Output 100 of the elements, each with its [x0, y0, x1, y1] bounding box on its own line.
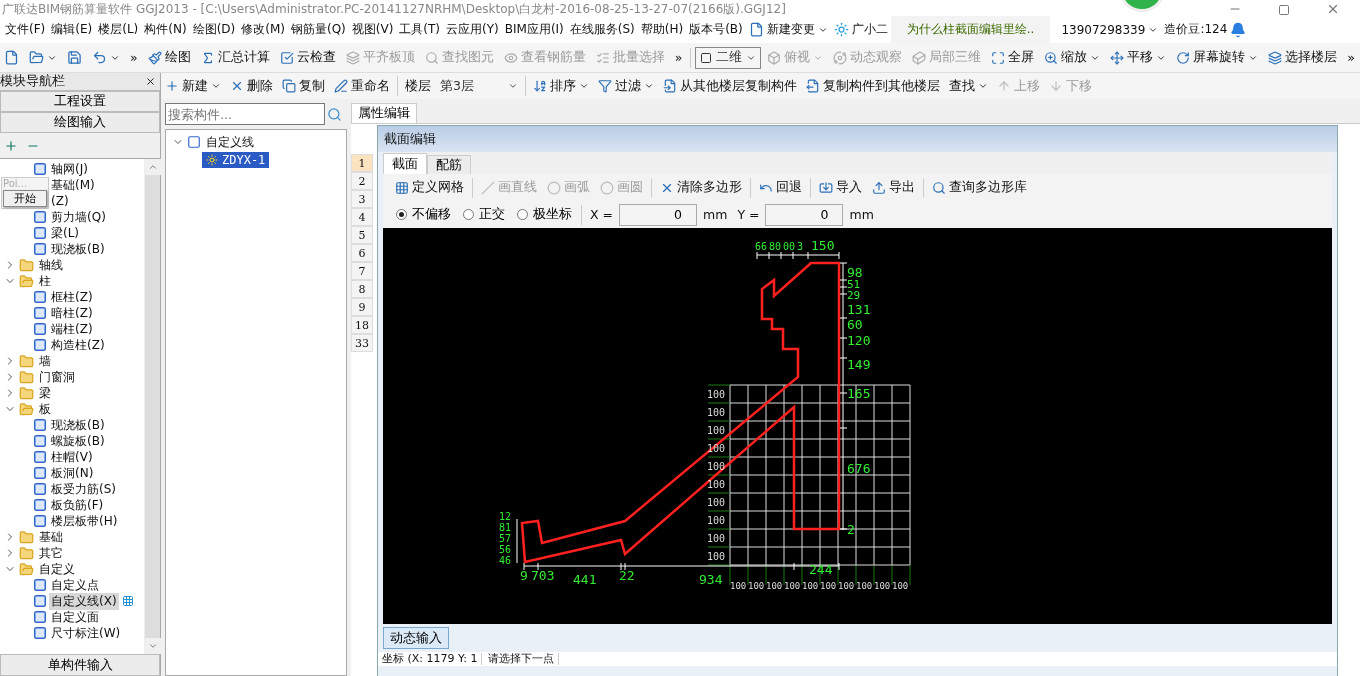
- radio-option[interactable]: 不偏移: [391, 206, 456, 223]
- row-number[interactable]: 7: [351, 262, 373, 280]
- tree-folder[interactable]: 自定义线: [204, 133, 256, 151]
- tree-item[interactable]: 尺寸标注(W): [49, 624, 123, 642]
- tree-item[interactable]: 自定义线(X): [49, 592, 119, 610]
- toolbar-button[interactable]: 重命名: [330, 74, 394, 98]
- toolbar-button[interactable]: 选择楼层: [1264, 45, 1342, 70]
- toolbar-button[interactable]: 云检查: [275, 45, 340, 70]
- dynamic-input-button[interactable]: 动态输入: [383, 627, 449, 649]
- tree-item[interactable]: 现浇板(B): [49, 240, 107, 258]
- menu-item[interactable]: 在线服务(S): [566, 18, 638, 41]
- menu-item[interactable]: 文件(F): [2, 18, 49, 41]
- tree-folder[interactable]: 板: [37, 400, 53, 418]
- coord-field[interactable]: 0: [619, 203, 697, 226]
- scroll-down-button[interactable]: [144, 638, 161, 654]
- menu-item[interactable]: 编辑(E): [48, 18, 96, 41]
- tree-item[interactable]: ZDYX-1: [202, 152, 270, 168]
- tree-item[interactable]: 暗柱(Z): [49, 304, 95, 322]
- tree-folder[interactable]: 自定义: [37, 560, 77, 578]
- more-button[interactable]: »: [670, 45, 687, 70]
- tab[interactable]: 属性编辑: [351, 103, 417, 123]
- toolbar-button[interactable]: 复制构件到其他楼层: [802, 74, 944, 98]
- tree-item[interactable]: 螺旋板(B): [49, 432, 107, 450]
- menu-item[interactable]: 云应用(Y): [443, 18, 502, 41]
- scrollbar[interactable]: [144, 159, 160, 654]
- tree-item[interactable]: 现浇板(B): [49, 416, 107, 434]
- row-number[interactable]: 1: [351, 154, 373, 172]
- toolbar-button[interactable]: 查询多边形库: [928, 175, 1031, 200]
- tree-folder[interactable]: 基础: [37, 528, 65, 546]
- toolbar-button[interactable]: 绘图: [143, 45, 195, 70]
- row-number[interactable]: 9: [351, 298, 373, 316]
- notice-link[interactable]: 为什么柱截面编辑里绘..: [890, 16, 1051, 43]
- tree-item[interactable]: 板负筋(F): [49, 496, 106, 514]
- menu-item[interactable]: 视图(V): [348, 18, 397, 41]
- close-button[interactable]: [1326, 2, 1340, 16]
- toolbar-button[interactable]: 全屏: [987, 45, 1039, 70]
- menu-item[interactable]: BIM应用(I): [501, 18, 567, 41]
- tree-folder[interactable]: 门窗洞: [37, 368, 77, 386]
- menu-item[interactable]: 修改(M): [238, 18, 288, 41]
- search-icon[interactable]: [327, 106, 342, 122]
- row-number[interactable]: 3: [351, 190, 373, 208]
- tree-item[interactable]: 板洞(N): [49, 464, 96, 482]
- maximize-button[interactable]: [1278, 2, 1290, 16]
- menu-item[interactable]: 工具(T): [396, 18, 444, 41]
- more-button[interactable]: »: [126, 45, 142, 70]
- tree-item[interactable]: 端柱(Z): [49, 320, 95, 338]
- row-number[interactable]: 2: [351, 172, 373, 190]
- bell-icon[interactable]: [1230, 21, 1247, 38]
- scroll-up-button[interactable]: [144, 159, 161, 175]
- view-select[interactable]: 二维: [695, 46, 762, 69]
- more-button[interactable]: »: [1343, 45, 1359, 70]
- new-change-button[interactable]: 新建变更: [745, 18, 831, 41]
- tree-item[interactable]: 轴网(J): [49, 160, 90, 178]
- toolbar-button[interactable]: 导出: [868, 175, 919, 200]
- toolbar-button[interactable]: 删除: [226, 74, 277, 98]
- toolbar-button[interactable]: 汇总计算: [196, 45, 274, 70]
- row-number[interactable]: 5: [351, 226, 373, 244]
- tree-item[interactable]: 构造柱(Z): [49, 336, 107, 354]
- search-field[interactable]: 搜索构件...: [165, 103, 325, 125]
- section-button[interactable]: 绘图输入: [0, 112, 160, 133]
- assistant-button[interactable]: 广小二: [830, 18, 891, 41]
- menu-item[interactable]: 楼层(L): [95, 18, 142, 41]
- toolbar-button[interactable]: 缩放: [1040, 45, 1105, 70]
- toolbar-button[interactable]: 屏幕旋转: [1172, 45, 1263, 70]
- beans-button[interactable]: 造价豆:124: [1161, 18, 1231, 41]
- start-button[interactable]: 开始: [3, 190, 47, 207]
- section-button[interactable]: 工程设置: [0, 91, 160, 112]
- tree-folder[interactable]: 柱: [37, 272, 53, 290]
- row-number[interactable]: 33: [351, 334, 373, 352]
- menu-item[interactable]: 钢筋量(Q): [287, 18, 349, 41]
- tree-item[interactable]: 基础(M): [49, 176, 97, 194]
- tab[interactable]: 截面: [383, 153, 427, 174]
- section-button[interactable]: 单构件输入: [0, 654, 160, 676]
- toolbar-button[interactable]: 回退: [755, 175, 806, 200]
- tree-folder[interactable]: 梁: [37, 384, 53, 402]
- toolbar-button[interactable]: 过滤: [594, 74, 658, 98]
- toolbar-button[interactable]: 排序: [529, 74, 593, 98]
- tree-folder[interactable]: 其它: [37, 544, 65, 562]
- account-button[interactable]: 13907298339: [1058, 18, 1162, 41]
- toolbar-button[interactable]: 从其他楼层复制构件: [659, 74, 801, 98]
- tree-folder[interactable]: 轴线: [37, 256, 65, 274]
- tree-item[interactable]: 梁(L): [49, 224, 82, 242]
- toolbar-button[interactable]: 定义网格: [391, 175, 468, 200]
- tree-item[interactable]: 楼层板带(H): [49, 512, 120, 530]
- toolbar-button[interactable]: 查找: [945, 74, 992, 98]
- toolbar-button[interactable]: 复制: [278, 74, 329, 98]
- tree-folder[interactable]: 墙: [37, 352, 53, 370]
- toolbar-button[interactable]: 新建: [161, 74, 225, 98]
- tree-item[interactable]: 柱帽(V): [49, 448, 95, 466]
- tab[interactable]: 配筋: [427, 155, 471, 174]
- expand-all-icon[interactable]: [4, 138, 18, 153]
- radio-option[interactable]: 正交: [458, 206, 510, 223]
- row-number[interactable]: 4: [351, 208, 373, 226]
- row-number[interactable]: 8: [351, 280, 373, 298]
- menu-item[interactable]: 绘图(D): [189, 18, 239, 41]
- tree-item[interactable]: 板受力筋(S): [49, 480, 118, 498]
- tree-item[interactable]: 框柱(Z): [49, 288, 95, 306]
- menu-item[interactable]: 帮助(H): [637, 18, 687, 41]
- tree-item[interactable]: 自定义面: [49, 608, 101, 626]
- radio-option[interactable]: 极坐标: [512, 206, 577, 223]
